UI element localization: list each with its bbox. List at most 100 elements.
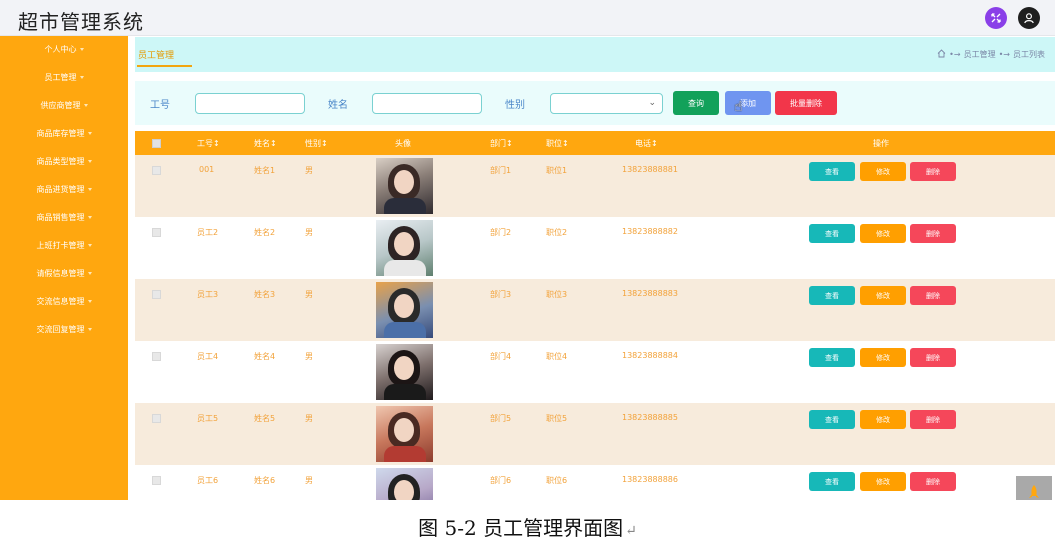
home-icon[interactable] — [937, 49, 946, 60]
cell-phone: 13823888882 — [622, 227, 678, 236]
delete-button[interactable]: 删除 — [910, 348, 956, 367]
view-button[interactable]: 查看 — [809, 224, 855, 243]
fullscreen-icon[interactable] — [985, 7, 1007, 29]
delete-button[interactable]: 删除 — [910, 472, 956, 491]
add-button[interactable]: 添加 — [725, 91, 771, 115]
user-avatar-icon[interactable] — [1018, 7, 1040, 29]
sidebar-item-employee[interactable]: 员工管理 — [0, 67, 128, 87]
view-button[interactable]: 查看 — [809, 472, 855, 491]
rocket-icon — [1029, 485, 1039, 498]
chevron-down-icon: ⌄ — [648, 98, 656, 108]
cell-gender: 男 — [305, 166, 313, 175]
cell-position: 职位1 — [546, 166, 568, 175]
tab-employee-management[interactable]: 员工管理 — [138, 48, 174, 61]
edit-button[interactable]: 修改 — [860, 348, 906, 367]
back-to-top-button[interactable] — [1016, 476, 1052, 500]
figure-caption: 图 5-2 员工管理界面图 ↵ — [418, 516, 637, 540]
sidebar-item-supplier[interactable]: 供应商管理 — [0, 95, 128, 115]
view-button[interactable]: 查看 — [809, 348, 855, 367]
cell-gender: 男 — [305, 228, 313, 237]
cell-position: 职位6 — [546, 476, 568, 485]
caret-down-icon — [87, 160, 92, 163]
header-phone[interactable]: 电话↕ — [635, 138, 658, 149]
cell-position: 职位2 — [546, 228, 568, 237]
avatar — [376, 158, 433, 214]
sort-icon: ↕ — [651, 139, 658, 148]
batch-delete-button[interactable]: 批量删除 — [775, 91, 837, 115]
name-input[interactable] — [372, 93, 482, 114]
header-position[interactable]: 职位↕ — [546, 138, 569, 149]
breadcrumb-item-list: 员工列表 — [1013, 50, 1045, 59]
cell-dept: 部门3 — [490, 290, 512, 299]
row-checkbox[interactable] — [152, 290, 161, 299]
cell-dept: 部门4 — [490, 352, 512, 361]
row-checkbox[interactable] — [152, 166, 161, 175]
table-row: 员工4 姓名4 男 部门4 职位4 13823888884 查看 修改 删除 — [135, 341, 1055, 403]
row-checkbox[interactable] — [152, 352, 161, 361]
view-button[interactable]: 查看 — [809, 410, 855, 429]
row-checkbox[interactable] — [152, 476, 161, 485]
employee-table: 工号↕ 姓名↕ 性别↕ 头像 部门↕ 职位↕ 电话↕ 操作 001 姓名1 男 … — [135, 131, 1055, 500]
edit-button[interactable]: 修改 — [860, 472, 906, 491]
sidebar-item-leave[interactable]: 请假信息管理 — [0, 263, 128, 283]
cell-name: 姓名3 — [254, 290, 276, 299]
row-checkbox[interactable] — [152, 228, 161, 237]
caret-down-icon — [83, 104, 88, 107]
breadcrumb-bar: 员工管理 •→ 员工管理 •→ 员工列表 — [135, 37, 1055, 72]
row-checkbox[interactable] — [152, 414, 161, 423]
avatar — [376, 282, 433, 338]
cell-dept: 部门5 — [490, 414, 512, 423]
id-input[interactable] — [195, 93, 305, 114]
sidebar-item-personal-center[interactable]: 个人中心 — [0, 39, 128, 59]
top-bar: 超市管理系统 — [0, 0, 1055, 36]
sidebar-item-product-type[interactable]: 商品类型管理 — [0, 151, 128, 171]
view-button[interactable]: 查看 — [809, 286, 855, 305]
breadcrumb-item-employee[interactable]: 员工管理 — [964, 49, 996, 60]
header-avatar: 头像 — [395, 139, 411, 148]
table-header: 工号↕ 姓名↕ 性别↕ 头像 部门↕ 职位↕ 电话↕ 操作 — [135, 131, 1055, 155]
delete-button[interactable]: 删除 — [910, 224, 956, 243]
cell-id: 员工4 — [197, 352, 219, 361]
edit-button[interactable]: 修改 — [860, 286, 906, 305]
view-button[interactable]: 查看 — [809, 162, 855, 181]
query-button[interactable]: 查询 — [673, 91, 719, 115]
delete-button[interactable]: 删除 — [910, 162, 956, 181]
sort-icon: ↕ — [270, 139, 277, 148]
cell-name: 姓名6 — [254, 476, 276, 485]
app-screen: 超市管理系统 个人中心 员工管理 供应商管理 商品库存管理 商品类型管理 商品进… — [0, 0, 1055, 500]
edit-button[interactable]: 修改 — [860, 162, 906, 181]
sidebar-item-inventory[interactable]: 商品库存管理 — [0, 123, 128, 143]
cell-name: 姓名2 — [254, 228, 276, 237]
sidebar-item-clock-in[interactable]: 上班打卡管理 — [0, 235, 128, 255]
edit-button[interactable]: 修改 — [860, 224, 906, 243]
avatar — [376, 468, 433, 500]
gender-select[interactable]: ⌄ — [550, 93, 663, 114]
cell-name: 姓名4 — [254, 352, 276, 361]
cell-phone: 13823888885 — [622, 413, 678, 422]
cell-phone: 13823888884 — [622, 351, 678, 360]
header-actions: 操作 — [873, 139, 889, 148]
table-row: 员工3 姓名3 男 部门3 职位3 13823888883 查看 修改 删除 — [135, 279, 1055, 341]
cell-id: 员工2 — [197, 228, 219, 237]
avatar — [376, 344, 433, 400]
search-panel: 工号 姓名 性别 ⌄ 查询 添加 批量删除 ☝ — [135, 81, 1055, 125]
sidebar-item-purchase[interactable]: 商品进货管理 — [0, 179, 128, 199]
caret-down-icon — [79, 48, 84, 51]
sidebar-item-reply[interactable]: 交流回复管理 — [0, 319, 128, 339]
header-name[interactable]: 姓名↕ — [254, 138, 277, 149]
cell-position: 职位4 — [546, 352, 568, 361]
sidebar-item-message[interactable]: 交流信息管理 — [0, 291, 128, 311]
breadcrumb-separator-icon: •→ — [949, 50, 961, 59]
delete-button[interactable]: 删除 — [910, 286, 956, 305]
edit-button[interactable]: 修改 — [860, 410, 906, 429]
header-gender[interactable]: 性别↕ — [305, 138, 328, 149]
header-dept[interactable]: 部门↕ — [490, 138, 513, 149]
caret-down-icon — [87, 188, 92, 191]
table-row: 员工2 姓名2 男 部门2 职位2 13823888882 查看 修改 删除 — [135, 217, 1055, 279]
sidebar-item-sales[interactable]: 商品销售管理 — [0, 207, 128, 227]
select-all-checkbox[interactable] — [152, 139, 161, 148]
delete-button[interactable]: 删除 — [910, 410, 956, 429]
sort-icon: ↕ — [321, 139, 328, 148]
cell-name: 姓名5 — [254, 414, 276, 423]
header-id[interactable]: 工号↕ — [197, 138, 220, 149]
